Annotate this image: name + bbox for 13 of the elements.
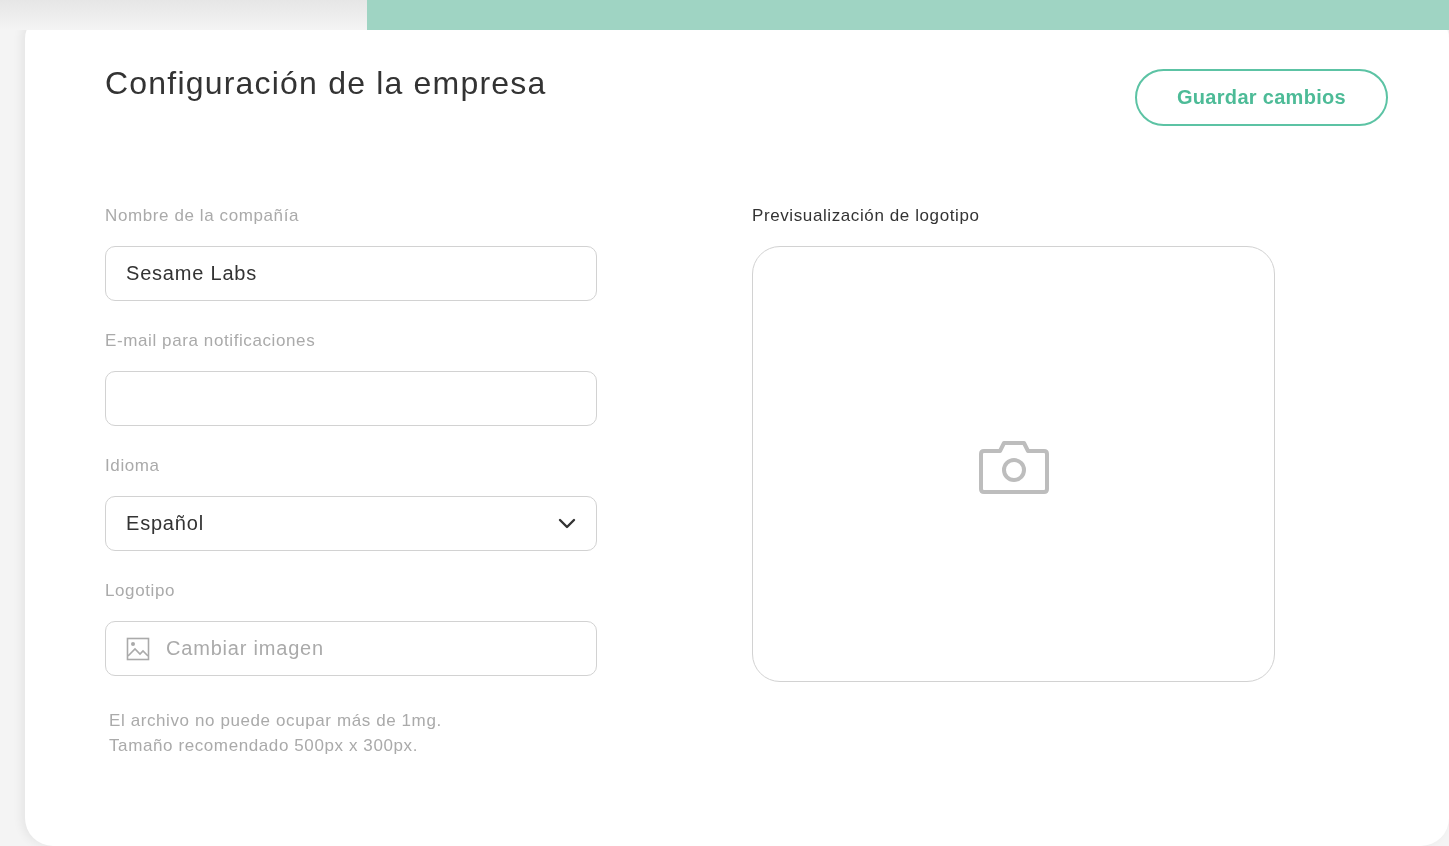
field-label: Idioma (105, 456, 161, 476)
page-title: Configuración de la empresa (105, 66, 547, 100)
input-field[interactable]: Sesame Labs (105, 246, 597, 301)
input-field[interactable] (105, 371, 597, 426)
field-label: Logotipo (105, 581, 177, 601)
image-icon (126, 636, 150, 661)
chevron-down-icon (558, 517, 576, 530)
field-label: Nombre de la compañía (105, 206, 301, 226)
file-size-hint: El archivo no puede ocupar más de 1mg. Tamaño recomendado 500px x 300px. (108, 710, 443, 757)
field-label: E-mail para notificaciones (105, 331, 317, 351)
preview-label: Previsualización de logotipo (752, 206, 981, 226)
language-dropdown[interactable]: Español (105, 496, 597, 551)
camera-icon (977, 438, 1050, 495)
